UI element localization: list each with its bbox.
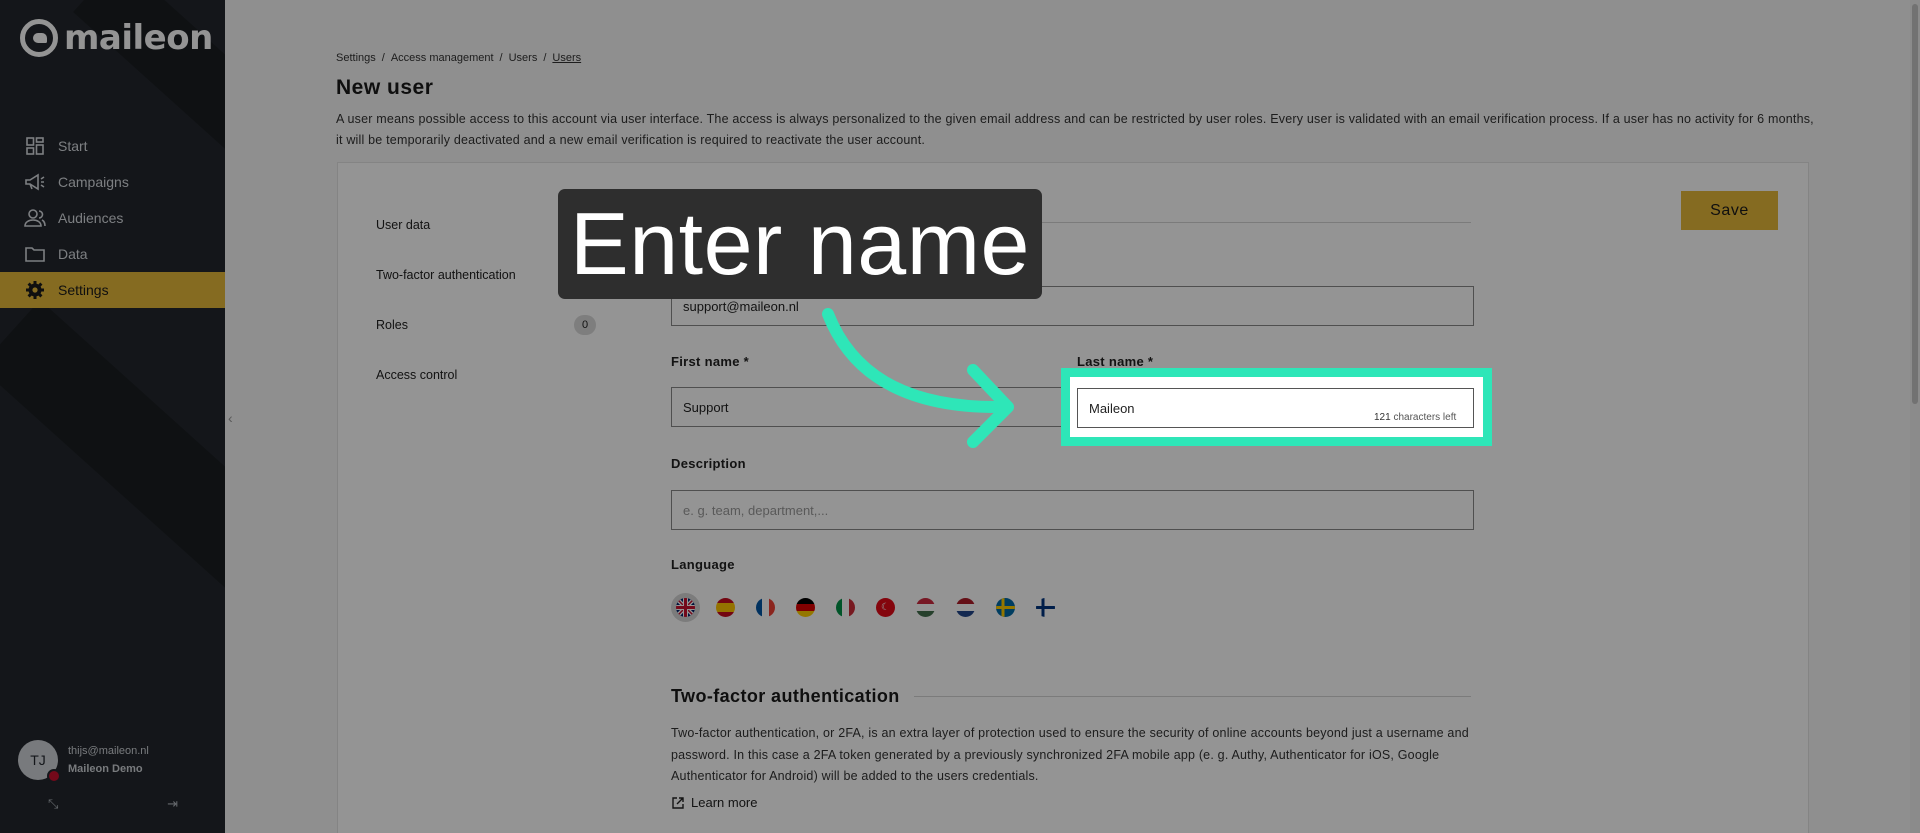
page-scrollbar[interactable] (1910, 0, 1920, 833)
lang-tr-flag-icon[interactable]: ☾ (871, 593, 900, 622)
maileon-logo[interactable]: maileon (20, 18, 213, 58)
logo-icon (20, 19, 58, 57)
sidebar-item-settings[interactable]: Settings (0, 272, 225, 308)
breadcrumb-access-management[interactable]: Access management (391, 52, 494, 64)
lang-sv-flag-icon[interactable] (991, 593, 1020, 622)
learn-more-link[interactable]: Learn more (671, 795, 757, 810)
last-name-char-counter: 121 characters left (1374, 412, 1457, 423)
external-link-icon (672, 796, 684, 809)
language-label: Language (671, 557, 735, 572)
collapse-sidebar-icon[interactable]: ‹ (228, 410, 233, 426)
lang-fi-flag-icon[interactable] (1031, 593, 1060, 622)
sidebar-item-audiences[interactable]: Audiences (0, 200, 225, 236)
description-label: Description (671, 456, 746, 471)
breadcrumb-users[interactable]: Users (509, 52, 538, 64)
lang-fr-flag-icon[interactable] (751, 593, 780, 622)
last-name-label: Last name * (1077, 354, 1154, 369)
page-title: New user (336, 76, 434, 99)
sidebar: maileon Start Campaigns Audiences Data S… (0, 0, 225, 833)
lang-it-flag-icon[interactable] (831, 593, 860, 622)
language-picker: ☾ (671, 593, 1060, 622)
roles-count-badge: 0 (574, 315, 596, 335)
breadcrumb: Settings / Access management / Users / User… (336, 52, 582, 64)
uk-flag-icon (47, 769, 61, 783)
account-org: Maileon Demo (68, 763, 143, 775)
gear-icon (24, 279, 46, 301)
lang-hu-flag-icon[interactable] (911, 593, 940, 622)
avatar: TJ (18, 740, 61, 783)
lang-nl-flag-icon[interactable] (951, 593, 980, 622)
two-factor-heading: Two-factor authentication (671, 686, 1471, 707)
breadcrumb-settings[interactable]: Settings (336, 52, 376, 64)
switch-account-icon[interactable]: ⤡ (48, 796, 58, 812)
lang-es-flag-icon[interactable] (711, 593, 740, 622)
breadcrumb-current[interactable]: Users (552, 52, 581, 64)
two-factor-description: Two-factor authentication, or 2FA, is an… (671, 726, 1469, 783)
sidebar-item-campaigns[interactable]: Campaigns (0, 164, 225, 200)
sidebar-item-data[interactable]: Data (0, 236, 225, 272)
subnav-roles[interactable]: Roles 0 (376, 300, 596, 350)
lang-en-flag-icon[interactable] (671, 593, 700, 622)
dashboard-icon (24, 135, 46, 157)
account-email: thijs@maileon.nl (68, 745, 149, 757)
folder-icon (24, 243, 46, 265)
page-description: A user means possible access to this acc… (336, 112, 1814, 147)
save-button[interactable]: Save (1681, 191, 1778, 230)
description-field[interactable] (671, 490, 1474, 530)
users-icon (24, 207, 46, 229)
tutorial-tooltip: Enter name (558, 189, 1042, 299)
megaphone-icon (24, 171, 46, 193)
logout-icon[interactable]: ⇥ (167, 796, 178, 812)
subnav-access-control[interactable]: Access control (376, 350, 596, 400)
account-menu[interactable]: TJ thijs@maileon.nl Maileon Demo (18, 740, 149, 783)
sidebar-item-start[interactable]: Start (0, 128, 225, 164)
first-name-label: First name * (671, 354, 750, 369)
lang-de-flag-icon[interactable] (791, 593, 820, 622)
main-nav: Start Campaigns Audiences Data Settings (0, 128, 225, 308)
tutorial-arrow-icon (822, 308, 1014, 448)
